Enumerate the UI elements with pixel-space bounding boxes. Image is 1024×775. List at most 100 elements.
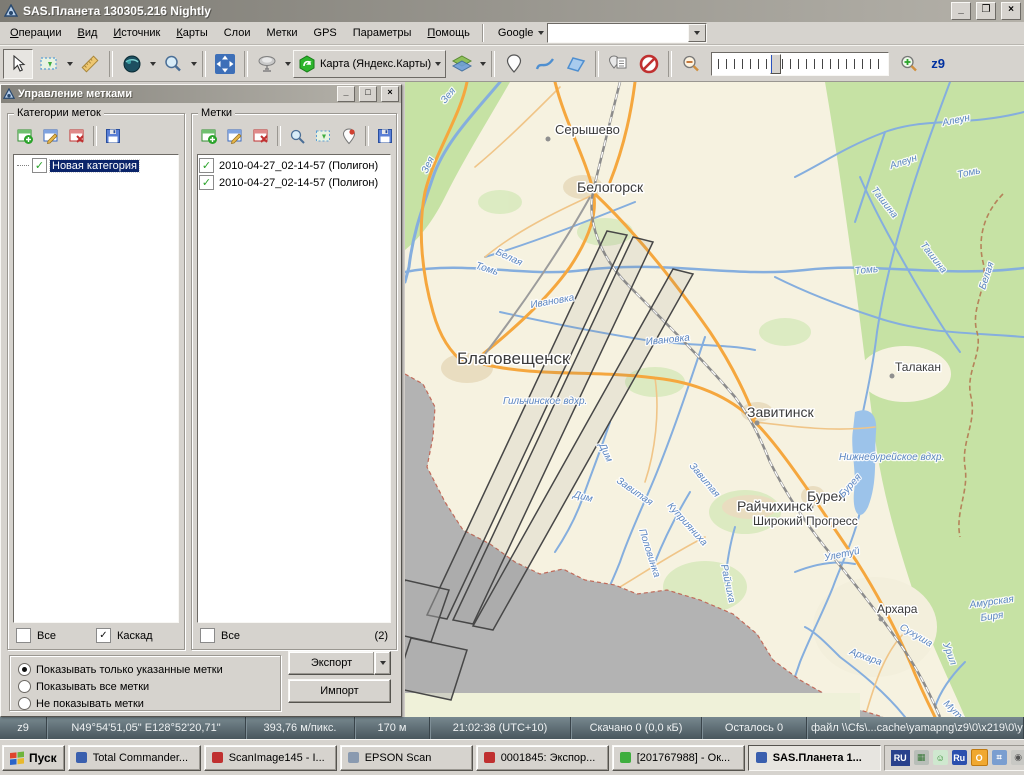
import-button[interactable]: Импорт: [288, 679, 391, 703]
google-caret-icon: [538, 31, 544, 35]
mark-checkbox[interactable]: ✓: [199, 158, 214, 173]
office-tray-icon[interactable]: O: [971, 749, 988, 766]
punto-switcher-tray-icon[interactable]: Ru: [952, 750, 967, 765]
restore-button[interactable]: ❐: [976, 2, 996, 20]
add-category-button[interactable]: [13, 124, 37, 148]
minimize-button[interactable]: _: [951, 2, 971, 20]
save-marks-button[interactable]: [373, 124, 397, 148]
zoom-tool-caret[interactable]: [189, 50, 198, 78]
menu-item-карты[interactable]: Карты: [168, 25, 215, 41]
selection-tool-button[interactable]: [34, 49, 64, 79]
scanner-tray-icon[interactable]: ▦: [914, 750, 929, 765]
messenger-tray-icon[interactable]: ☺: [933, 750, 948, 765]
marks-list[interactable]: ✓2010-04-27_02-14-57 (Полигон)✓2010-04-2…: [197, 154, 391, 623]
search-dropdown-button[interactable]: [688, 24, 706, 42]
menu-item-источник[interactable]: Источник: [105, 25, 168, 41]
display-option-label: Показывать только указанные метки: [36, 664, 223, 676]
display-option[interactable]: Показывать все метки: [18, 678, 276, 695]
search-input[interactable]: [548, 24, 688, 42]
task-button[interactable]: Total Commander...: [68, 745, 201, 771]
delete-marks-button[interactable]: [634, 49, 664, 79]
add-path-button[interactable]: [530, 49, 560, 79]
map-type-button[interactable]: Карта (Яндекс.Карты): [293, 50, 446, 78]
network-tray-icon[interactable]: ⌗: [992, 750, 1007, 765]
placemark-list-button[interactable]: [603, 49, 633, 79]
categories-all-checkbox[interactable]: [16, 628, 31, 643]
menu-item-слои[interactable]: Слои: [216, 25, 259, 41]
volume-tray-icon[interactable]: ◉: [1011, 750, 1024, 765]
fullscreen-button[interactable]: [210, 49, 240, 79]
language-indicator[interactable]: RU: [891, 750, 910, 766]
panel-minimize-button[interactable]: _: [337, 86, 355, 102]
category-item[interactable]: ✓Новая категория: [15, 157, 177, 174]
layers-caret[interactable]: [478, 50, 487, 78]
cursor-tool-button[interactable]: [3, 49, 33, 79]
mark-item[interactable]: ✓2010-04-27_02-14-57 (Полигон): [199, 174, 389, 191]
panel-titlebar[interactable]: Управление метками _ □ ×: [1, 85, 401, 103]
zoom-out-button[interactable]: [676, 49, 706, 79]
download-manager-caret[interactable]: [148, 50, 157, 78]
start-button[interactable]: Пуск: [2, 745, 65, 771]
loading-tile: [405, 693, 860, 717]
display-option[interactable]: Показывать только указанные метки: [18, 661, 276, 678]
menu-item-метки[interactable]: Метки: [258, 25, 305, 41]
menu-item-помощь[interactable]: Помощь: [419, 25, 478, 41]
download-manager-button[interactable]: [117, 49, 147, 79]
export-button[interactable]: Экспорт: [288, 651, 375, 675]
select-marks-button[interactable]: [311, 124, 335, 148]
edit-mark-button[interactable]: [223, 124, 247, 148]
ruler-tool-button[interactable]: [75, 49, 105, 79]
panel-close-button[interactable]: ×: [381, 86, 399, 102]
zoom-in-button[interactable]: [894, 49, 924, 79]
add-mark-button[interactable]: [197, 124, 221, 148]
selection-tool-caret[interactable]: [65, 50, 74, 78]
marks-all-checkbox[interactable]: [200, 628, 215, 643]
layers-button[interactable]: [447, 49, 477, 79]
task-button[interactable]: EPSON Scan: [340, 745, 473, 771]
taskbar: Пуск Total Commander...ScanImage145 - I.…: [0, 739, 1024, 775]
task-icon: [482, 750, 497, 765]
map-view[interactable]: СерышевоБелогорскБлаговещенскЗавитинскТа…: [405, 82, 1024, 717]
menu-item-параметры[interactable]: Параметры: [345, 25, 420, 41]
task-icon: [74, 750, 89, 765]
categories-group: Категории меток ✓Новая категория: [7, 113, 185, 650]
display-option-radio[interactable]: [18, 663, 31, 676]
export-dropdown-button[interactable]: [374, 651, 391, 675]
category-checkbox[interactable]: ✓: [32, 158, 47, 173]
menu-item-gps[interactable]: GPS: [306, 25, 345, 41]
display-option-radio[interactable]: [18, 680, 31, 693]
delete-category-button[interactable]: [65, 124, 89, 148]
task-button[interactable]: ScanImage145 - I...: [204, 745, 337, 771]
close-button[interactable]: ×: [1001, 2, 1021, 20]
mark-checkbox[interactable]: ✓: [199, 175, 214, 190]
gps-caret[interactable]: [283, 50, 292, 78]
goto-mark-button[interactable]: [337, 124, 361, 148]
add-polygon-button[interactable]: [561, 49, 591, 79]
task-icon: [618, 750, 633, 765]
mark-item[interactable]: ✓2010-04-27_02-14-57 (Полигон): [199, 157, 389, 174]
categories-list[interactable]: ✓Новая категория: [13, 154, 179, 623]
save-categories-button[interactable]: [101, 124, 125, 148]
task-label: SAS.Планета 1...: [773, 752, 862, 764]
task-button[interactable]: 0001845: Экспор...: [476, 745, 609, 771]
menu-item-операции[interactable]: Операции: [2, 25, 69, 41]
delete-mark-button[interactable]: [249, 124, 273, 148]
display-option-radio[interactable]: [18, 697, 31, 710]
zoom-slider[interactable]: [711, 52, 889, 76]
toolbar-separator: [668, 51, 672, 77]
cascade-checkbox[interactable]: ✓: [96, 628, 111, 643]
task-button[interactable]: [201767988] - Ок...: [612, 745, 745, 771]
find-mark-button[interactable]: [285, 124, 309, 148]
panel-maximize-button[interactable]: □: [359, 86, 377, 102]
status-resolution: 393,76 м/пикс.: [246, 717, 355, 739]
edit-category-button[interactable]: [39, 124, 63, 148]
gps-button[interactable]: [252, 49, 282, 79]
zoom-tool-button[interactable]: [158, 49, 188, 79]
display-option[interactable]: Не показывать метки: [18, 695, 276, 712]
add-placemark-button[interactable]: [499, 49, 529, 79]
google-menu[interactable]: Google: [492, 25, 535, 41]
zoom-slider-thumb[interactable]: [770, 54, 781, 74]
menu-item-вид[interactable]: Вид: [69, 25, 105, 41]
toolbar-separator: [202, 51, 206, 77]
task-button[interactable]: SAS.Планета 1...: [748, 745, 881, 771]
